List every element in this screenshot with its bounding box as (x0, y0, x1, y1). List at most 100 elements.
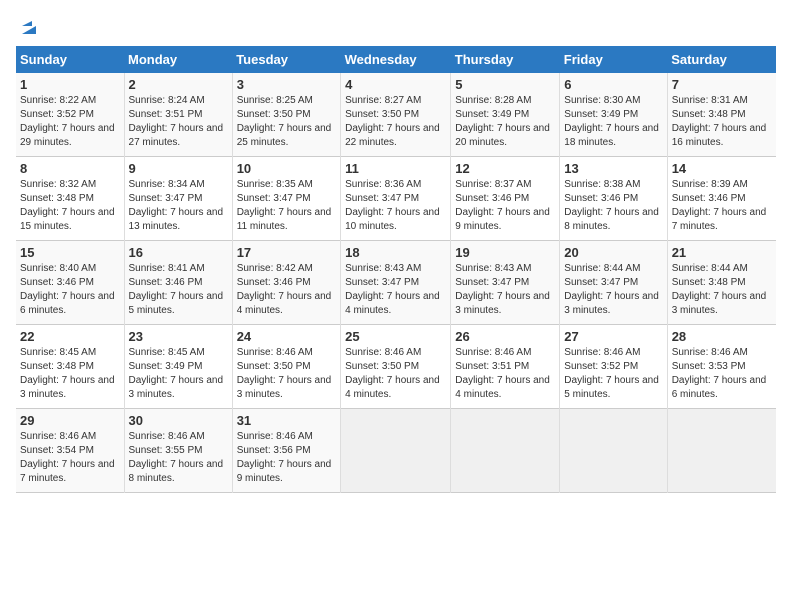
calendar-cell: 20 Sunrise: 8:44 AMSunset: 3:47 PMDaylig… (560, 241, 667, 325)
day-number: 13 (564, 161, 662, 176)
day-number: 16 (129, 245, 228, 260)
day-info: Sunrise: 8:41 AMSunset: 3:46 PMDaylight:… (129, 263, 224, 316)
col-header-wednesday: Wednesday (341, 46, 451, 73)
day-info: Sunrise: 8:46 AMSunset: 3:56 PMDaylight:… (237, 431, 332, 484)
calendar-cell (667, 409, 776, 493)
day-number: 14 (672, 161, 772, 176)
col-header-friday: Friday (560, 46, 667, 73)
calendar-cell: 22 Sunrise: 8:45 AMSunset: 3:48 PMDaylig… (16, 325, 124, 409)
day-number: 21 (672, 245, 772, 260)
calendar-cell: 14 Sunrise: 8:39 AMSunset: 3:46 PMDaylig… (667, 157, 776, 241)
calendar-cell: 11 Sunrise: 8:36 AMSunset: 3:47 PMDaylig… (341, 157, 451, 241)
day-info: Sunrise: 8:24 AMSunset: 3:51 PMDaylight:… (129, 95, 224, 148)
logo-icon (18, 16, 40, 38)
day-number: 1 (20, 77, 120, 92)
day-number: 30 (129, 413, 228, 428)
day-number: 3 (237, 77, 336, 92)
day-info: Sunrise: 8:46 AMSunset: 3:51 PMDaylight:… (455, 347, 550, 400)
calendar-cell: 10 Sunrise: 8:35 AMSunset: 3:47 PMDaylig… (232, 157, 340, 241)
calendar-cell: 15 Sunrise: 8:40 AMSunset: 3:46 PMDaylig… (16, 241, 124, 325)
day-info: Sunrise: 8:40 AMSunset: 3:46 PMDaylight:… (20, 263, 115, 316)
calendar-cell: 17 Sunrise: 8:42 AMSunset: 3:46 PMDaylig… (232, 241, 340, 325)
day-info: Sunrise: 8:31 AMSunset: 3:48 PMDaylight:… (672, 95, 767, 148)
day-number: 22 (20, 329, 120, 344)
day-number: 25 (345, 329, 446, 344)
day-info: Sunrise: 8:46 AMSunset: 3:55 PMDaylight:… (129, 431, 224, 484)
calendar-cell: 1 Sunrise: 8:22 AMSunset: 3:52 PMDayligh… (16, 73, 124, 157)
day-info: Sunrise: 8:36 AMSunset: 3:47 PMDaylight:… (345, 179, 440, 232)
day-info: Sunrise: 8:43 AMSunset: 3:47 PMDaylight:… (455, 263, 550, 316)
day-number: 9 (129, 161, 228, 176)
day-number: 15 (20, 245, 120, 260)
day-number: 2 (129, 77, 228, 92)
day-number: 5 (455, 77, 555, 92)
col-header-sunday: Sunday (16, 46, 124, 73)
day-info: Sunrise: 8:27 AMSunset: 3:50 PMDaylight:… (345, 95, 440, 148)
day-number: 28 (672, 329, 772, 344)
day-info: Sunrise: 8:46 AMSunset: 3:50 PMDaylight:… (345, 347, 440, 400)
day-number: 12 (455, 161, 555, 176)
col-header-thursday: Thursday (451, 46, 560, 73)
calendar-cell: 28 Sunrise: 8:46 AMSunset: 3:53 PMDaylig… (667, 325, 776, 409)
day-info: Sunrise: 8:25 AMSunset: 3:50 PMDaylight:… (237, 95, 332, 148)
calendar-cell (560, 409, 667, 493)
day-info: Sunrise: 8:45 AMSunset: 3:49 PMDaylight:… (129, 347, 224, 400)
day-info: Sunrise: 8:46 AMSunset: 3:52 PMDaylight:… (564, 347, 659, 400)
calendar-cell: 4 Sunrise: 8:27 AMSunset: 3:50 PMDayligh… (341, 73, 451, 157)
day-number: 29 (20, 413, 120, 428)
calendar-cell: 16 Sunrise: 8:41 AMSunset: 3:46 PMDaylig… (124, 241, 232, 325)
calendar-cell (341, 409, 451, 493)
day-info: Sunrise: 8:46 AMSunset: 3:54 PMDaylight:… (20, 431, 115, 484)
day-number: 17 (237, 245, 336, 260)
col-header-saturday: Saturday (667, 46, 776, 73)
calendar-cell (451, 409, 560, 493)
day-number: 31 (237, 413, 336, 428)
calendar-cell: 18 Sunrise: 8:43 AMSunset: 3:47 PMDaylig… (341, 241, 451, 325)
calendar-cell: 5 Sunrise: 8:28 AMSunset: 3:49 PMDayligh… (451, 73, 560, 157)
calendar-cell: 8 Sunrise: 8:32 AMSunset: 3:48 PMDayligh… (16, 157, 124, 241)
day-info: Sunrise: 8:37 AMSunset: 3:46 PMDaylight:… (455, 179, 550, 232)
calendar-week-row: 1 Sunrise: 8:22 AMSunset: 3:52 PMDayligh… (16, 73, 776, 157)
calendar-cell: 26 Sunrise: 8:46 AMSunset: 3:51 PMDaylig… (451, 325, 560, 409)
day-number: 19 (455, 245, 555, 260)
day-info: Sunrise: 8:28 AMSunset: 3:49 PMDaylight:… (455, 95, 550, 148)
calendar-cell: 3 Sunrise: 8:25 AMSunset: 3:50 PMDayligh… (232, 73, 340, 157)
calendar-table: SundayMondayTuesdayWednesdayThursdayFrid… (16, 46, 776, 493)
calendar-cell: 7 Sunrise: 8:31 AMSunset: 3:48 PMDayligh… (667, 73, 776, 157)
day-number: 26 (455, 329, 555, 344)
page-header (16, 16, 776, 34)
day-info: Sunrise: 8:46 AMSunset: 3:50 PMDaylight:… (237, 347, 332, 400)
calendar-cell: 9 Sunrise: 8:34 AMSunset: 3:47 PMDayligh… (124, 157, 232, 241)
calendar-cell: 30 Sunrise: 8:46 AMSunset: 3:55 PMDaylig… (124, 409, 232, 493)
calendar-cell: 29 Sunrise: 8:46 AMSunset: 3:54 PMDaylig… (16, 409, 124, 493)
calendar-week-row: 22 Sunrise: 8:45 AMSunset: 3:48 PMDaylig… (16, 325, 776, 409)
calendar-cell: 19 Sunrise: 8:43 AMSunset: 3:47 PMDaylig… (451, 241, 560, 325)
day-info: Sunrise: 8:46 AMSunset: 3:53 PMDaylight:… (672, 347, 767, 400)
calendar-cell: 25 Sunrise: 8:46 AMSunset: 3:50 PMDaylig… (341, 325, 451, 409)
day-info: Sunrise: 8:22 AMSunset: 3:52 PMDaylight:… (20, 95, 115, 148)
calendar-cell: 2 Sunrise: 8:24 AMSunset: 3:51 PMDayligh… (124, 73, 232, 157)
day-number: 11 (345, 161, 446, 176)
day-info: Sunrise: 8:38 AMSunset: 3:46 PMDaylight:… (564, 179, 659, 232)
day-info: Sunrise: 8:45 AMSunset: 3:48 PMDaylight:… (20, 347, 115, 400)
day-number: 10 (237, 161, 336, 176)
day-number: 4 (345, 77, 446, 92)
day-info: Sunrise: 8:32 AMSunset: 3:48 PMDaylight:… (20, 179, 115, 232)
day-info: Sunrise: 8:39 AMSunset: 3:46 PMDaylight:… (672, 179, 767, 232)
day-info: Sunrise: 8:34 AMSunset: 3:47 PMDaylight:… (129, 179, 224, 232)
day-number: 8 (20, 161, 120, 176)
calendar-header-row: SundayMondayTuesdayWednesdayThursdayFrid… (16, 46, 776, 73)
calendar-cell: 6 Sunrise: 8:30 AMSunset: 3:49 PMDayligh… (560, 73, 667, 157)
calendar-cell: 12 Sunrise: 8:37 AMSunset: 3:46 PMDaylig… (451, 157, 560, 241)
day-info: Sunrise: 8:30 AMSunset: 3:49 PMDaylight:… (564, 95, 659, 148)
calendar-cell: 31 Sunrise: 8:46 AMSunset: 3:56 PMDaylig… (232, 409, 340, 493)
day-info: Sunrise: 8:42 AMSunset: 3:46 PMDaylight:… (237, 263, 332, 316)
day-number: 20 (564, 245, 662, 260)
col-header-tuesday: Tuesday (232, 46, 340, 73)
col-header-monday: Monday (124, 46, 232, 73)
day-number: 24 (237, 329, 336, 344)
calendar-cell: 13 Sunrise: 8:38 AMSunset: 3:46 PMDaylig… (560, 157, 667, 241)
day-number: 23 (129, 329, 228, 344)
day-number: 6 (564, 77, 662, 92)
calendar-cell: 24 Sunrise: 8:46 AMSunset: 3:50 PMDaylig… (232, 325, 340, 409)
